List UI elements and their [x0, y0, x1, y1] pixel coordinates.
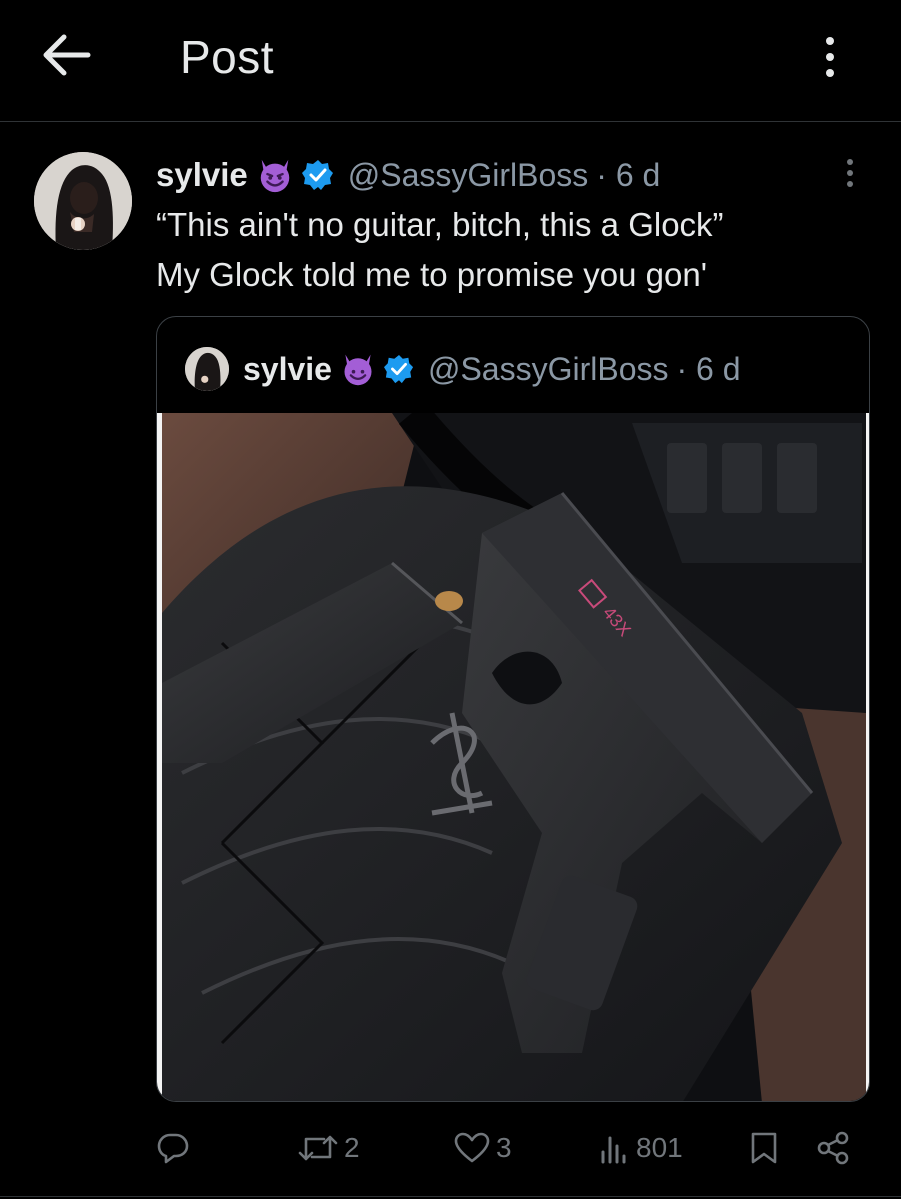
avatar-image [34, 152, 132, 250]
author-name[interactable]: sylvie [156, 156, 248, 194]
quoted-author-handle: @SassyGirlBoss [427, 350, 669, 387]
post-text-line: My Glock told me to promise you gon' [156, 256, 708, 293]
post-more-button[interactable] [840, 155, 860, 191]
views-count: 801 [636, 1132, 683, 1163]
post-text-line: “This ain't no guitar, bitch, this a Glo… [156, 206, 724, 243]
quoted-post-image[interactable]: 43X [157, 413, 869, 1101]
quoted-post-card[interactable]: sylvie @SassyGirlBoss · 6 d 43X [156, 316, 870, 1102]
like-button[interactable]: 3 [454, 1118, 512, 1178]
arrow-left-icon [43, 34, 91, 76]
back-button[interactable] [38, 30, 94, 80]
quoted-author-name: sylvie [243, 350, 332, 387]
share-icon [817, 1131, 849, 1165]
header-divider [0, 121, 901, 122]
repost-icon [298, 1135, 338, 1161]
like-count: 3 [496, 1132, 512, 1163]
repost-count: 2 [344, 1132, 360, 1163]
heart-icon [454, 1132, 490, 1163]
avatar-image [185, 347, 229, 391]
post-action-bar: 2 3 801 [156, 1118, 870, 1178]
photo-handgun-on-leather-bag: 43X [162, 413, 866, 1101]
top-bar: Post [0, 0, 901, 120]
bookmark-icon [751, 1132, 777, 1164]
verified-badge-icon [301, 160, 333, 190]
reply-icon [157, 1133, 189, 1164]
post-time: · 6 d [596, 156, 661, 193]
more-vertical-icon [826, 37, 834, 45]
bookmark-button[interactable] [750, 1118, 778, 1178]
author-avatar[interactable] [34, 152, 132, 250]
views-button[interactable]: 801 [600, 1118, 683, 1178]
post-text: “This ain't no guitar, bitch, this a Glo… [156, 200, 876, 300]
smiling-imp-emoji-icon [344, 354, 372, 386]
repost-button[interactable]: 2 [298, 1118, 360, 1178]
more-options-button[interactable] [808, 30, 852, 84]
page-title: Post [180, 31, 275, 83]
verified-badge-icon [383, 354, 414, 384]
author-handle[interactable]: @SassyGirlBoss [348, 157, 589, 194]
views-bar-chart-icon [601, 1136, 626, 1164]
quoted-post-time: · 6 d [676, 350, 741, 387]
bottom-divider [0, 1196, 901, 1197]
quoted-author-avatar [185, 347, 229, 391]
smiling-imp-emoji-icon [260, 159, 289, 193]
quoted-post-header: sylvie @SassyGirlBoss · 6 d [185, 345, 741, 393]
post-header: sylvie @SassyGirlBoss · 6 d [156, 152, 660, 198]
share-button[interactable] [816, 1118, 850, 1178]
more-vertical-icon [847, 159, 853, 165]
reply-button[interactable] [156, 1118, 196, 1178]
